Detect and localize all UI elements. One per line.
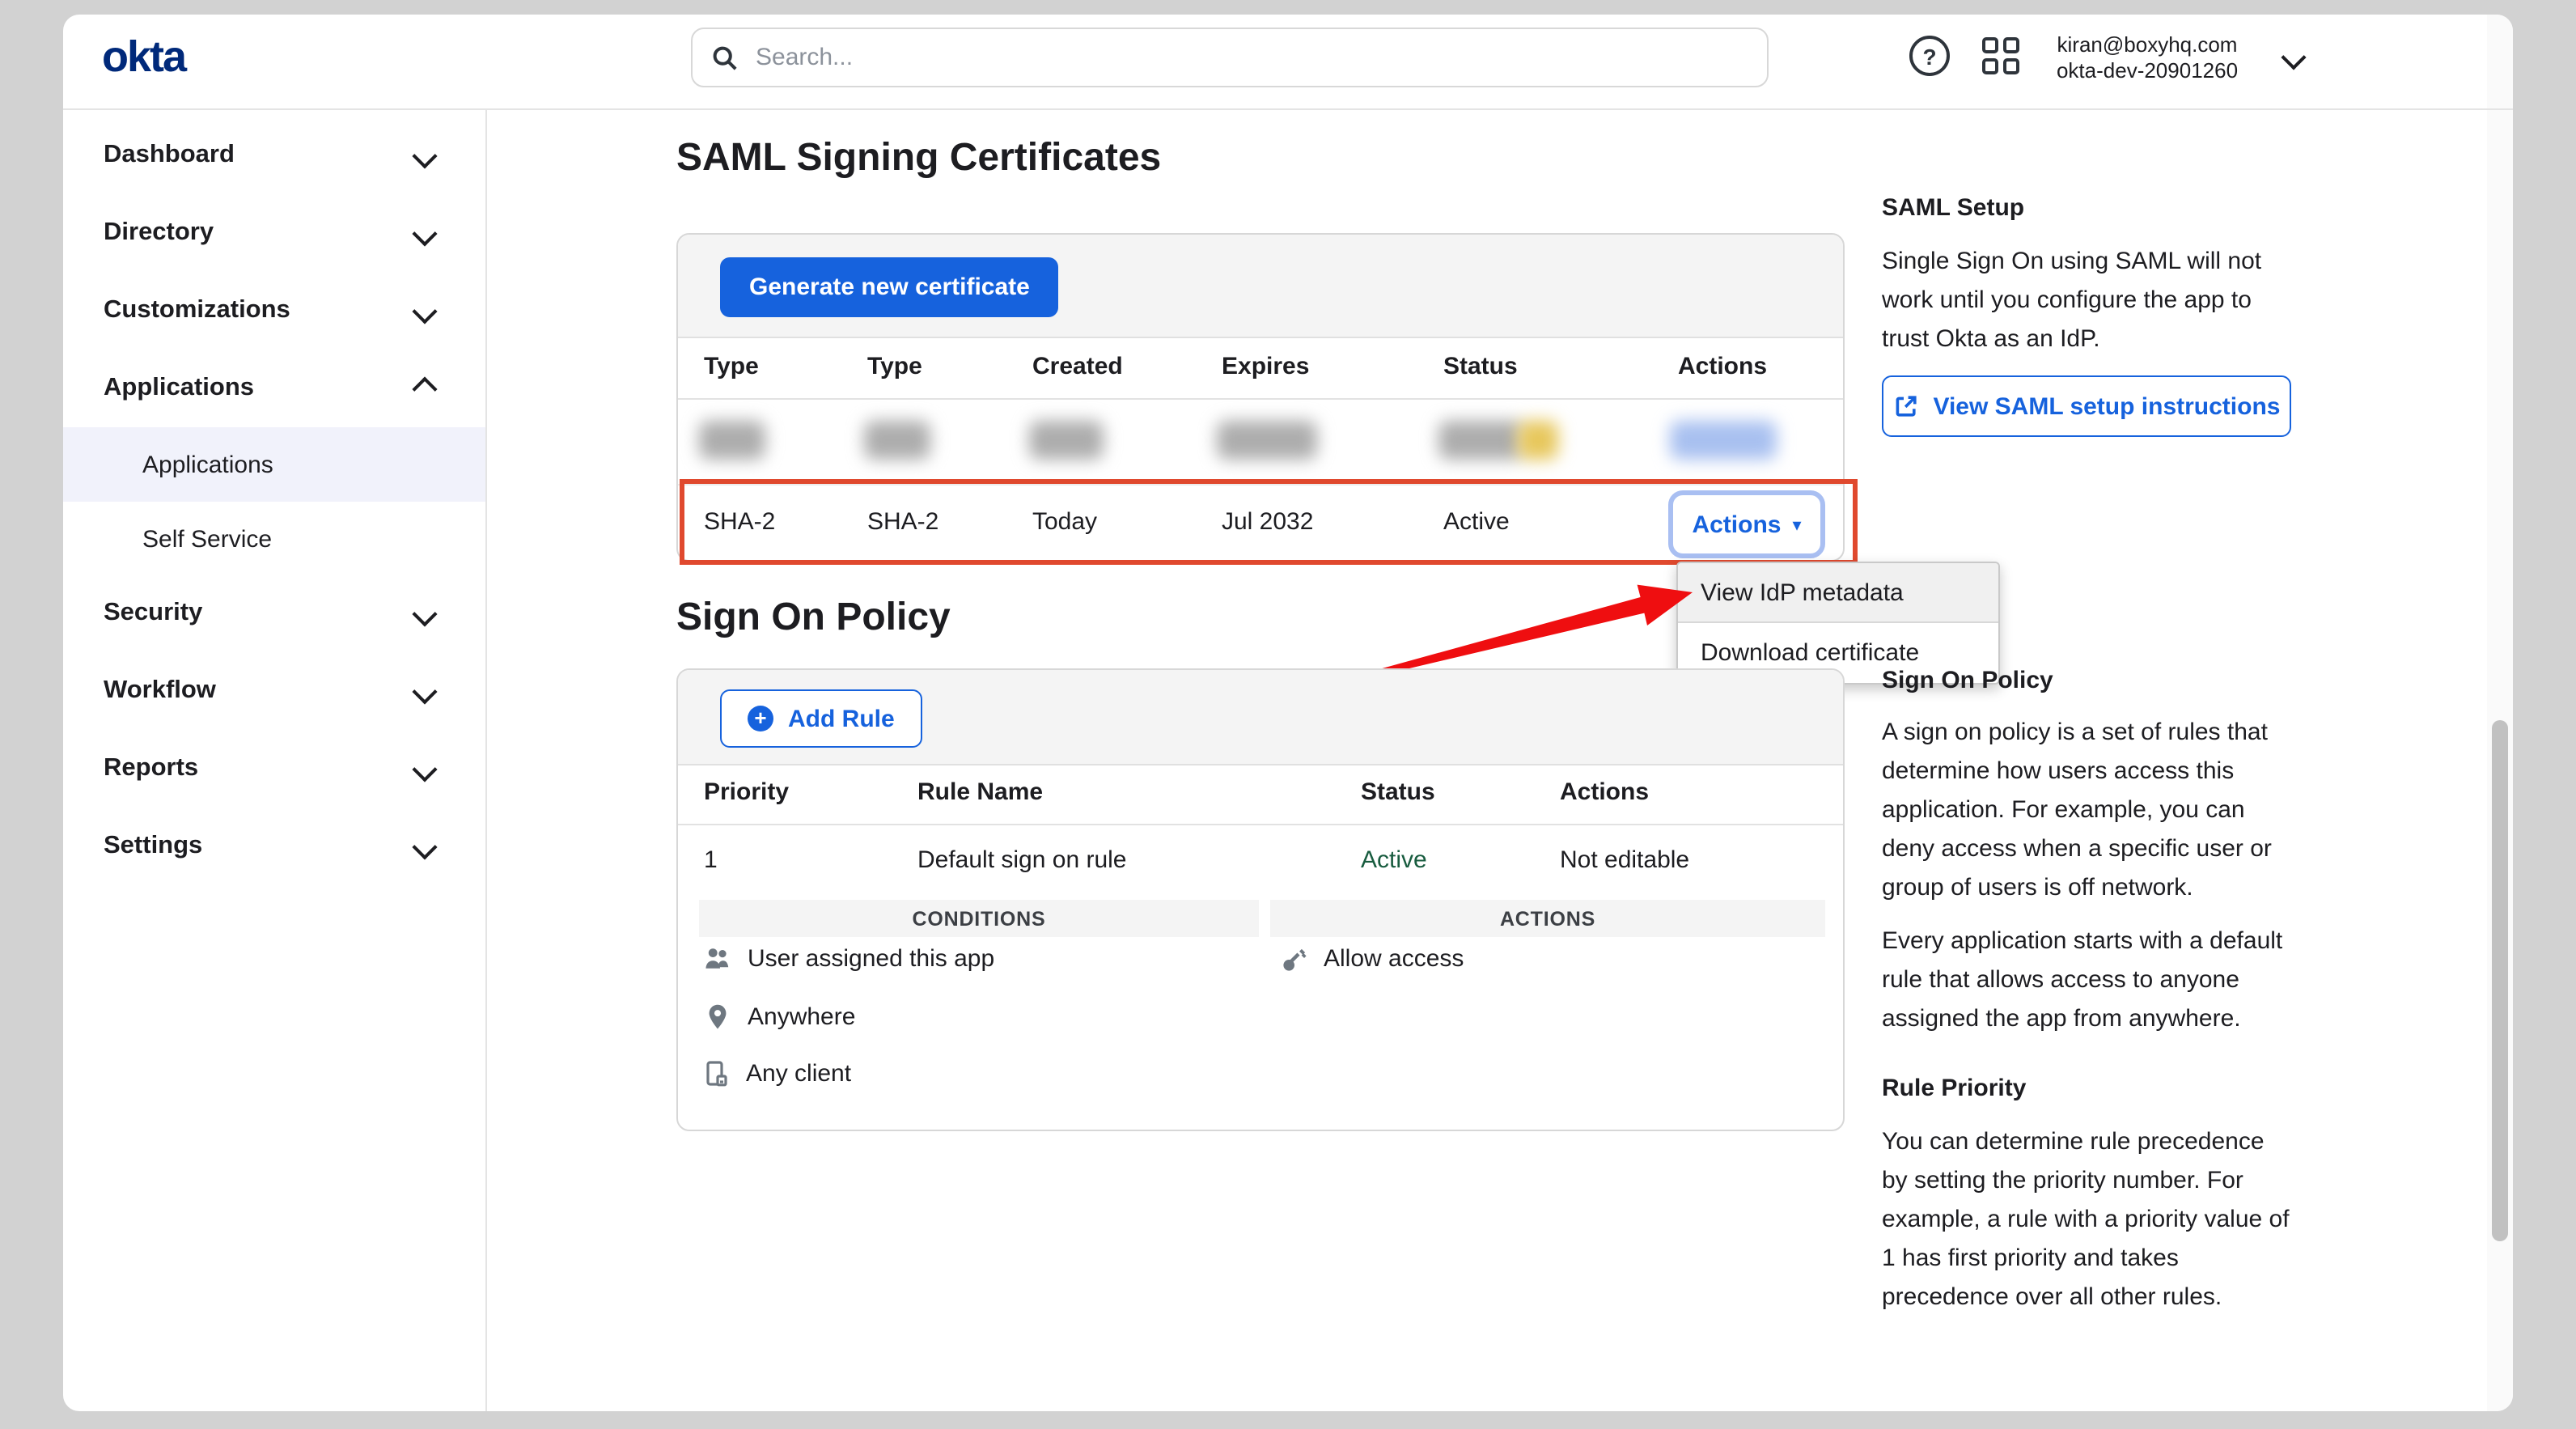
search-input[interactable] (752, 42, 1748, 73)
policy-table-header: Priority Rule Name Status Actions (678, 765, 1843, 825)
mobile-client-icon (704, 1060, 730, 1088)
search-icon (712, 45, 738, 70)
policy-rule-row: 1 Default sign on rule Active Not editab… (678, 824, 1843, 900)
redacted-created (1029, 421, 1104, 460)
account-menu[interactable]: kiran@boxyhq.com okta-dev-20901260 (2026, 32, 2269, 84)
plus-circle-icon: + (748, 706, 773, 731)
certificates-table-header: Type Type Created Expires Status Actions (678, 338, 1843, 400)
sidebar-subitem-self-service[interactable]: Self Service (63, 502, 485, 576)
redacted-status-badge (1518, 421, 1558, 460)
chevron-down-icon (412, 833, 437, 859)
add-rule-button[interactable]: + Add Rule (720, 689, 922, 748)
panel-title-rule-priority: Rule Priority (1882, 1075, 2026, 1102)
sign-on-policy-card: + Add Rule Priority Rule Name Status Act… (676, 668, 1845, 1131)
page-title-saml-signing-certificates: SAML Signing Certificates (676, 136, 1161, 181)
sidebar-item-security[interactable]: Security (63, 575, 485, 652)
sidebar-item-customizations[interactable]: Customizations (63, 272, 485, 350)
rule-not-editable: Not editable (1560, 846, 1689, 874)
redacted-type (864, 421, 930, 460)
account-email: kiran@boxyhq.com (2026, 32, 2269, 58)
chevron-down-icon (412, 298, 437, 323)
sidebar-divider (485, 110, 487, 1411)
chevron-down-icon (412, 220, 437, 245)
condition-any-client: Any client (704, 1060, 851, 1088)
redacted-actions (1670, 421, 1777, 460)
actions-dropdown-button[interactable]: Actions ▾ (1668, 490, 1825, 558)
saml-setup-description: Single Sign On using SAML will not work … (1882, 243, 2291, 359)
condition-user-assigned: User assigned this app (704, 945, 994, 973)
sidebar-item-applications[interactable]: Applications (63, 350, 485, 427)
sidebar-subitem-applications[interactable]: Applications (63, 427, 485, 502)
topbar-divider (63, 108, 2513, 110)
caret-down-icon: ▾ (1792, 514, 1801, 535)
key-icon (1282, 946, 1307, 972)
help-icon[interactable]: ? (1909, 36, 1950, 76)
users-icon (704, 946, 731, 972)
certificate-row-sha2: SHA-2 SHA-2 Today Jul 2032 Active Action… (678, 484, 1843, 563)
menu-item-view-idp-metadata[interactable]: View IdP metadata (1678, 563, 1998, 623)
certificate-status: Active (1443, 508, 1510, 536)
rule-status-active: Active (1361, 846, 1427, 874)
view-saml-setup-instructions-button[interactable]: View SAML setup instructions (1882, 375, 2291, 437)
sign-on-policy-description-2: Every application starts with a default … (1882, 922, 2291, 1039)
generate-new-certificate-button[interactable]: Generate new certificate (720, 257, 1059, 317)
sidebar-item-reports[interactable]: Reports (63, 730, 485, 808)
global-search[interactable] (691, 28, 1769, 87)
certificate-row-redacted (678, 398, 1843, 486)
external-link-icon (1893, 393, 1919, 419)
actions-band: ACTIONS (1270, 900, 1825, 937)
sidebar-item-workflow[interactable]: Workflow (63, 652, 485, 730)
action-allow-access: Allow access (1282, 945, 1464, 973)
certificates-card: Generate new certificate Type Type Creat… (676, 233, 1845, 562)
chevron-down-icon (412, 678, 437, 703)
rule-priority-description: You can determine rule precedence by set… (1882, 1123, 2291, 1317)
condition-anywhere: Anywhere (704, 1003, 855, 1031)
chevron-down-icon (412, 600, 437, 625)
scrollbar-thumb[interactable] (2492, 720, 2508, 1241)
apps-grid-icon[interactable] (1982, 37, 2021, 76)
okta-logo[interactable]: okta (102, 32, 185, 83)
panel-title-saml-setup: SAML Setup (1882, 194, 2024, 222)
section-title-sign-on-policy: Sign On Policy (676, 596, 951, 641)
chevron-down-icon (412, 142, 437, 167)
redacted-status (1438, 421, 1523, 460)
chevron-up-icon (412, 375, 437, 401)
panel-title-sign-on-policy: Sign On Policy (1882, 667, 2053, 694)
sign-on-policy-description-1: A sign on policy is a set of rules that … (1882, 714, 2291, 908)
sidebar-item-dashboard[interactable]: Dashboard (63, 117, 485, 194)
location-pin-icon (704, 1003, 731, 1031)
conditions-band: CONDITIONS (699, 900, 1259, 937)
sidebar-item-settings[interactable]: Settings (63, 808, 485, 885)
sidebar-item-directory[interactable]: Directory (63, 194, 485, 272)
redacted-expires (1217, 421, 1317, 460)
chevron-down-icon (412, 756, 437, 781)
account-org: okta-dev-20901260 (2026, 58, 2269, 84)
redacted-type (699, 421, 765, 460)
